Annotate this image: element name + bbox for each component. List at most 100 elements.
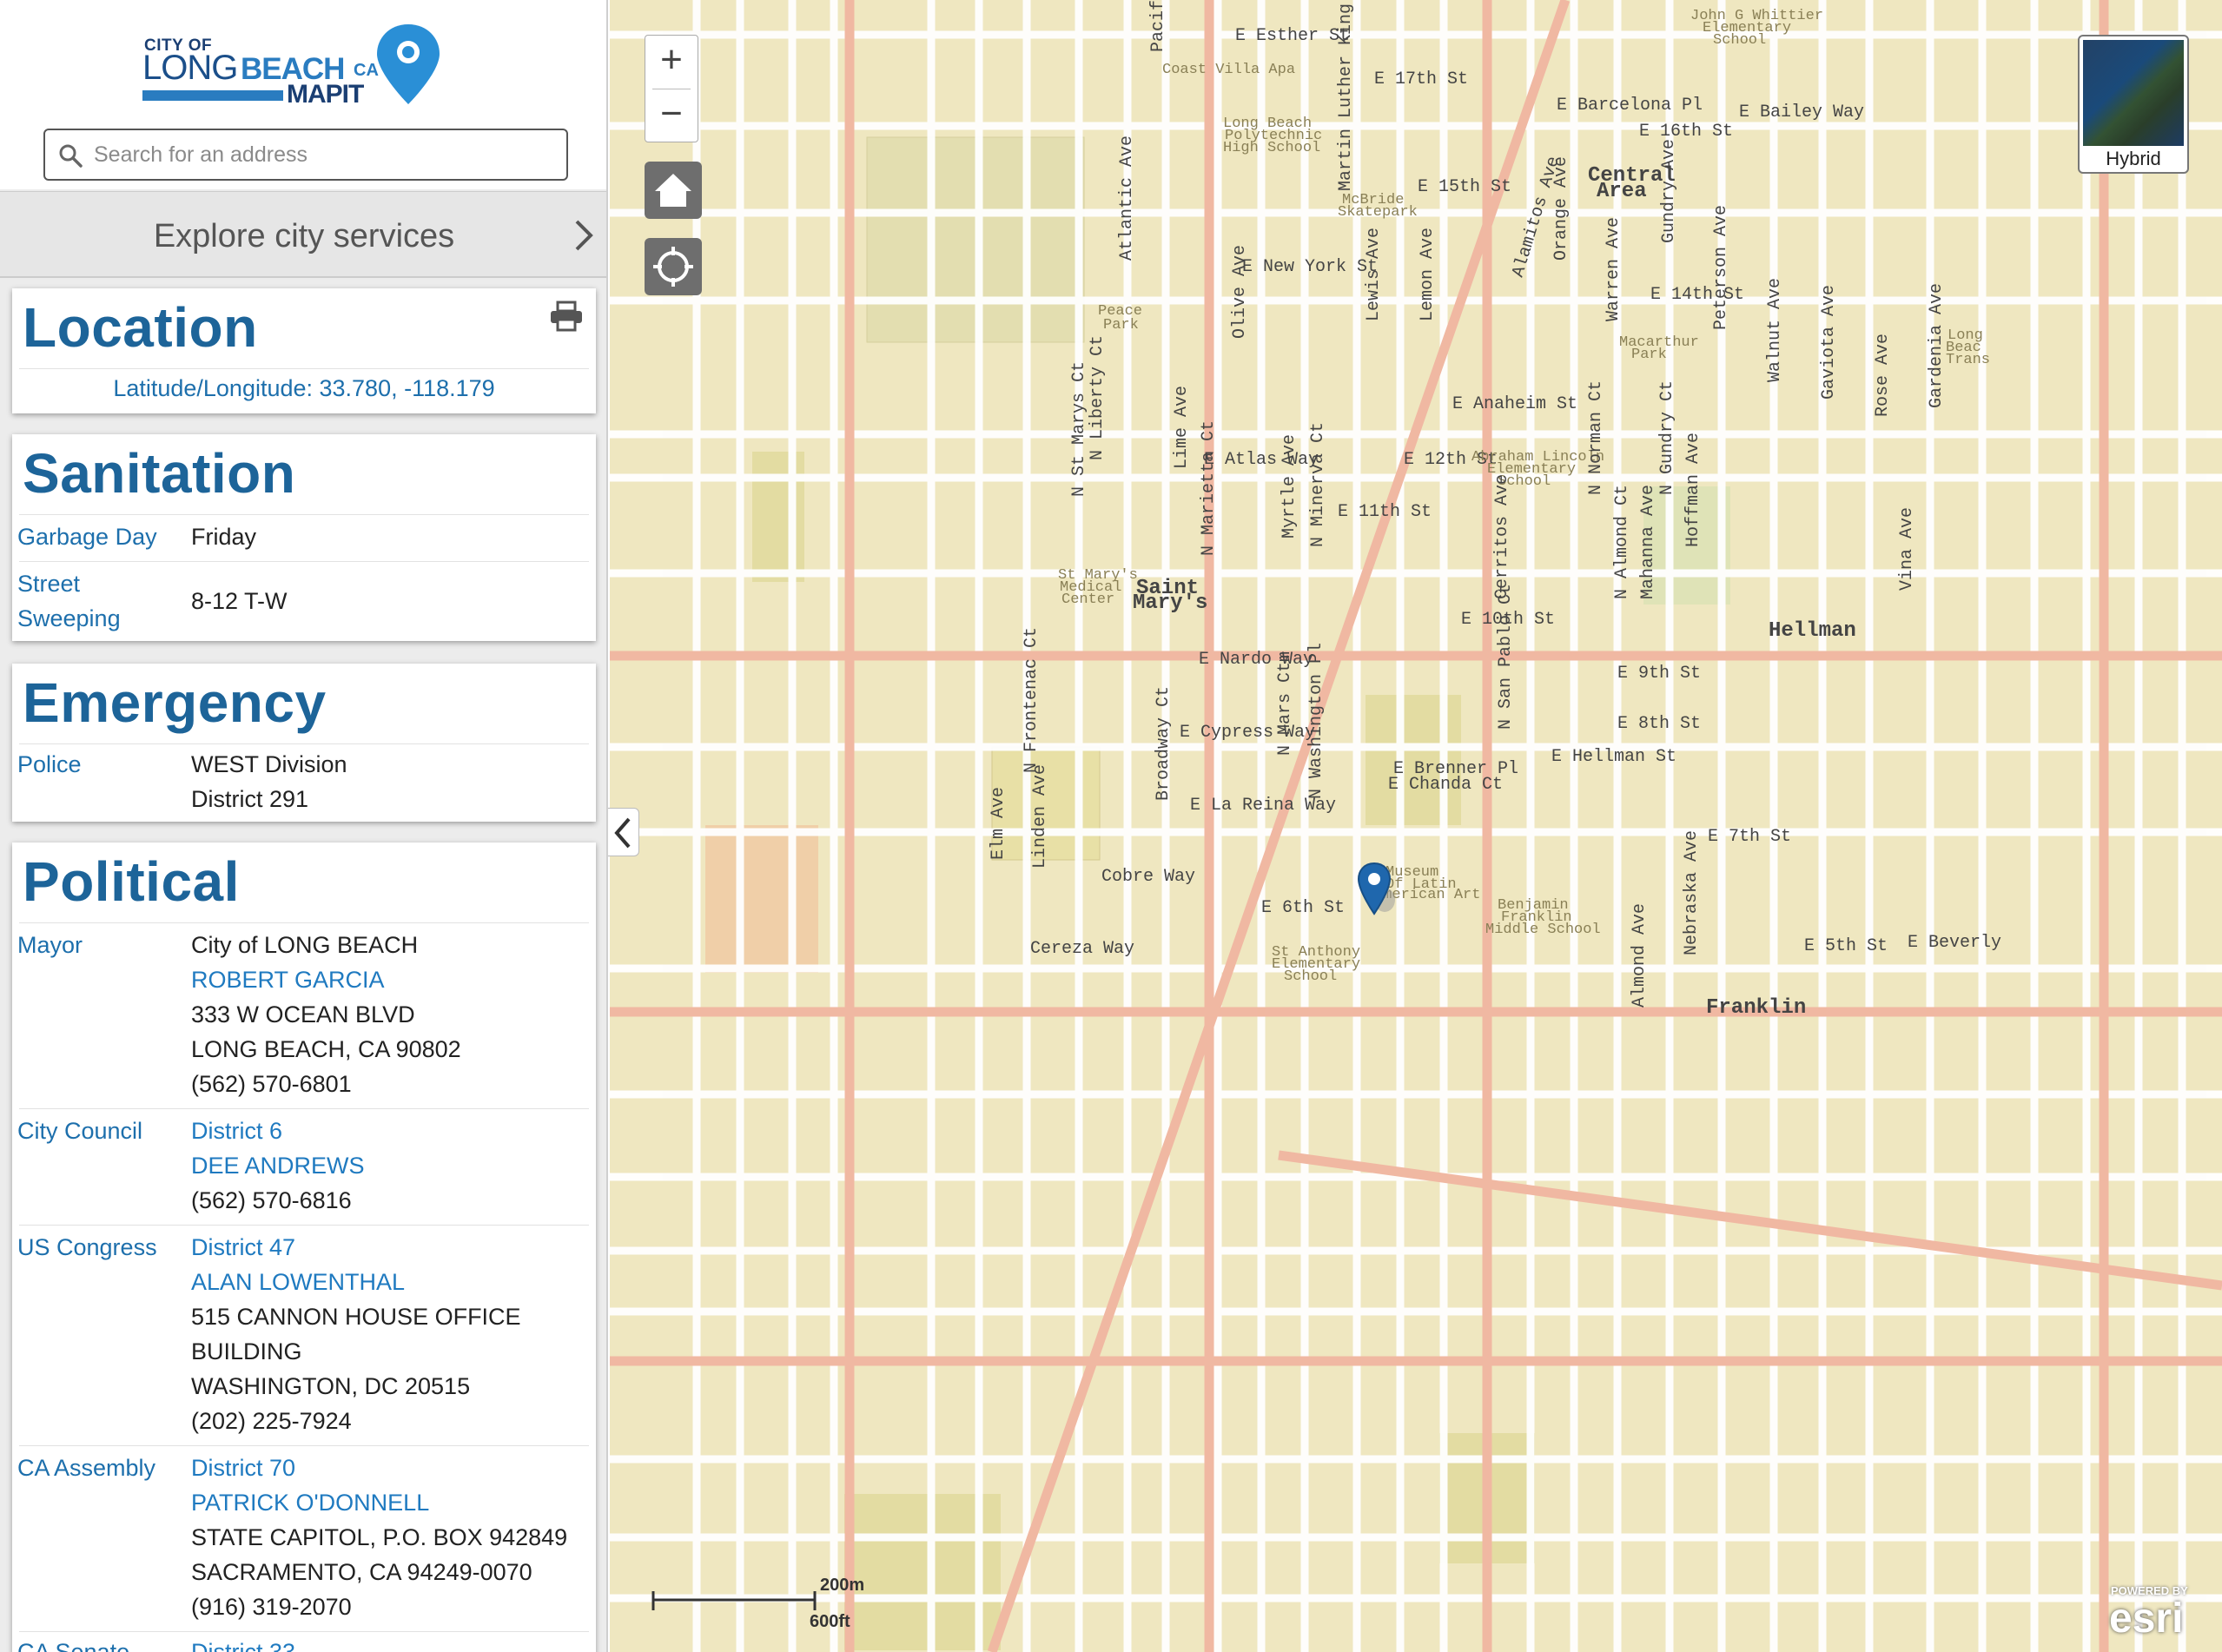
map-vertical-label: Mahanna Ave	[1638, 485, 1658, 599]
street-sweeping-label-1: Street	[17, 571, 81, 597]
map-label: E Hellman St	[1551, 747, 1676, 767]
mayor-name-link[interactable]: ROBERT GARCIA	[191, 962, 385, 997]
map-vertical-label: Almond Ave	[1630, 903, 1650, 1008]
logo-mapit: MAPIT	[287, 80, 364, 109]
us-congress-label: US Congress	[17, 1234, 157, 1260]
explore-label: Explore city services	[153, 218, 455, 254]
police-label: Police	[17, 751, 82, 777]
map-label: E 17th St	[1374, 69, 1468, 89]
print-icon[interactable]	[549, 301, 584, 332]
sanitation-panel: Sanitation Garbage Day Friday Street Swe…	[12, 434, 596, 641]
map-label: E 9th St	[1617, 664, 1701, 684]
divider	[19, 368, 589, 369]
map-label: E Nardo Way	[1199, 650, 1313, 670]
map-vertical-label: Orange Ave	[1551, 156, 1571, 261]
street-sweeping-value: 8-12 T-W	[191, 588, 288, 614]
map-vertical-label: Olive Ave	[1230, 245, 1250, 339]
emergency-title: Emergency	[23, 671, 327, 734]
map-label: Area	[1597, 180, 1647, 203]
map-vertical-label: Linden Ave	[1030, 764, 1050, 869]
esri-logo: esri	[2109, 1596, 2184, 1642]
map-label: Hellman	[1769, 619, 1856, 643]
assembly-city-zip: SACRAMENTO, CA 94249-0070	[191, 1559, 532, 1585]
mayor-city: City of LONG BEACH	[191, 932, 419, 958]
map-vertical-label: N San Pablo Ct	[1496, 584, 1516, 730]
explore-city-services-button[interactable]: Explore city services	[0, 191, 606, 278]
street-sweeping-label-2: Sweeping	[17, 605, 121, 631]
map-vertical-label: N Norman Ct	[1586, 380, 1606, 495]
ca-assembly-label: CA Assembly	[17, 1455, 156, 1481]
map-vertical-label: N Marietta Ct	[1199, 420, 1219, 556]
map-vertical-label: Martin Luther King Jr Ave	[1336, 0, 1356, 191]
police-district: District 291	[191, 786, 309, 812]
locate-button[interactable]	[645, 238, 702, 295]
political-title: Political	[23, 850, 240, 913]
basemap-toggle-hybrid[interactable]: Hybrid	[2078, 35, 2189, 174]
map-label: E 6th St	[1261, 898, 1345, 918]
map-label: Skatepark	[1338, 204, 1418, 221]
congress-member-link[interactable]: ALAN LOWENTHAL	[191, 1265, 405, 1299]
hybrid-label: Hybrid	[2106, 148, 2161, 169]
assembly-phone: (916) 319-2070	[191, 1594, 352, 1620]
map-vertical-label: Lime Ave	[1172, 386, 1192, 469]
council-phone: (562) 570-6816	[191, 1187, 352, 1213]
location-marker-icon[interactable]	[1355, 860, 1399, 921]
map-canvas[interactable]: E Esther St E 17th St E Barcelona Pl E Bail…	[610, 0, 2222, 1652]
assembly-district-link[interactable]: District 70	[191, 1450, 295, 1485]
map-vertical-label: Nebraska Ave	[1682, 830, 1702, 955]
home-icon	[655, 174, 691, 207]
mayor-label: Mayor	[17, 932, 83, 958]
map-vertical-label: N Minerva Ct	[1308, 422, 1328, 547]
map-vertical-label: N Liberty Ct	[1088, 335, 1108, 460]
ca-senate-label: CA Senate	[17, 1639, 130, 1652]
search-input[interactable]	[94, 139, 554, 170]
garbage-day-label: Garbage Day	[17, 524, 157, 550]
home-button[interactable]	[645, 162, 702, 219]
senate-district-link[interactable]: District 33	[191, 1635, 295, 1652]
search-box[interactable]	[43, 129, 568, 181]
divider	[19, 1445, 589, 1446]
mayor-city-zip: LONG BEACH, CA 90802	[191, 1036, 461, 1062]
zoom-out-button[interactable]: −	[645, 89, 698, 142]
congress-address-1: 515 CANNON HOUSE OFFICE	[191, 1304, 521, 1330]
map-vertical-label: N St Marys Ct	[1069, 361, 1089, 497]
map-label: E 8th St	[1617, 714, 1701, 734]
mayor-phone: (562) 570-6801	[191, 1071, 352, 1097]
logo-pin-icon	[377, 24, 440, 104]
divider	[19, 743, 589, 744]
esri-attribution[interactable]: POWERED BY esri	[2106, 1579, 2219, 1649]
collapse-sidebar-button[interactable]	[608, 808, 639, 856]
map-vertical-label: Hoffman Ave	[1683, 433, 1703, 547]
assembly-address: STATE CAPITOL, P.O. BOX 942849	[191, 1524, 568, 1550]
map-label: Franklin	[1706, 996, 1806, 1020]
divider	[19, 922, 589, 923]
map-label: E 5th St	[1804, 936, 1888, 956]
political-panel: Political Mayor City of LONG BEACH ROBER…	[12, 843, 596, 1652]
map-vertical-label: Broadway Ct	[1154, 686, 1174, 801]
chevron-right-icon	[575, 220, 593, 251]
map-label: School	[1284, 968, 1337, 985]
map-label: E 16th St	[1639, 122, 1733, 142]
scale-feet: 600ft	[810, 1612, 850, 1631]
council-district-link[interactable]: District 6	[191, 1113, 282, 1148]
map-vertical-label: Atlantic Ave	[1117, 135, 1137, 261]
map-vertical-label: Vina Ave	[1897, 507, 1917, 591]
map-vertical-label: Rose Ave	[1873, 334, 1893, 417]
map-label: School	[1713, 32, 1766, 49]
congress-district-link[interactable]: District 47	[191, 1230, 295, 1265]
police-division: WEST Division	[191, 751, 347, 777]
map-label: E Bailey Way	[1739, 102, 1864, 122]
sidebar: CITY OF LONG BEACH CA MAPIT Explore city…	[0, 0, 608, 1652]
assembly-member-link[interactable]: PATRICK O'DONNELL	[191, 1485, 429, 1520]
zoom-in-button[interactable]: +	[645, 36, 698, 89]
map-vertical-label: N Frontenac Ct	[1022, 627, 1042, 773]
emergency-panel: Emergency Police WEST Division District …	[12, 664, 596, 822]
map-label: E Chanda Ct	[1388, 775, 1503, 795]
map-label: E Anaheim St	[1452, 394, 1577, 414]
council-member-link[interactable]: DEE ANDREWS	[191, 1148, 365, 1183]
map-vertical-label: N Mars Ctm	[1275, 651, 1295, 756]
location-panel: Location Latitude/Longitude: 33.780, -11…	[12, 288, 596, 413]
street-map: E Esther St E 17th St E Barcelona Pl E Bail…	[610, 0, 2222, 1652]
city-logo[interactable]: CITY OF LONG BEACH CA MAPIT	[139, 19, 452, 115]
lat-lon-link[interactable]: Latitude/Longitude: 33.780, -118.179	[12, 375, 596, 402]
